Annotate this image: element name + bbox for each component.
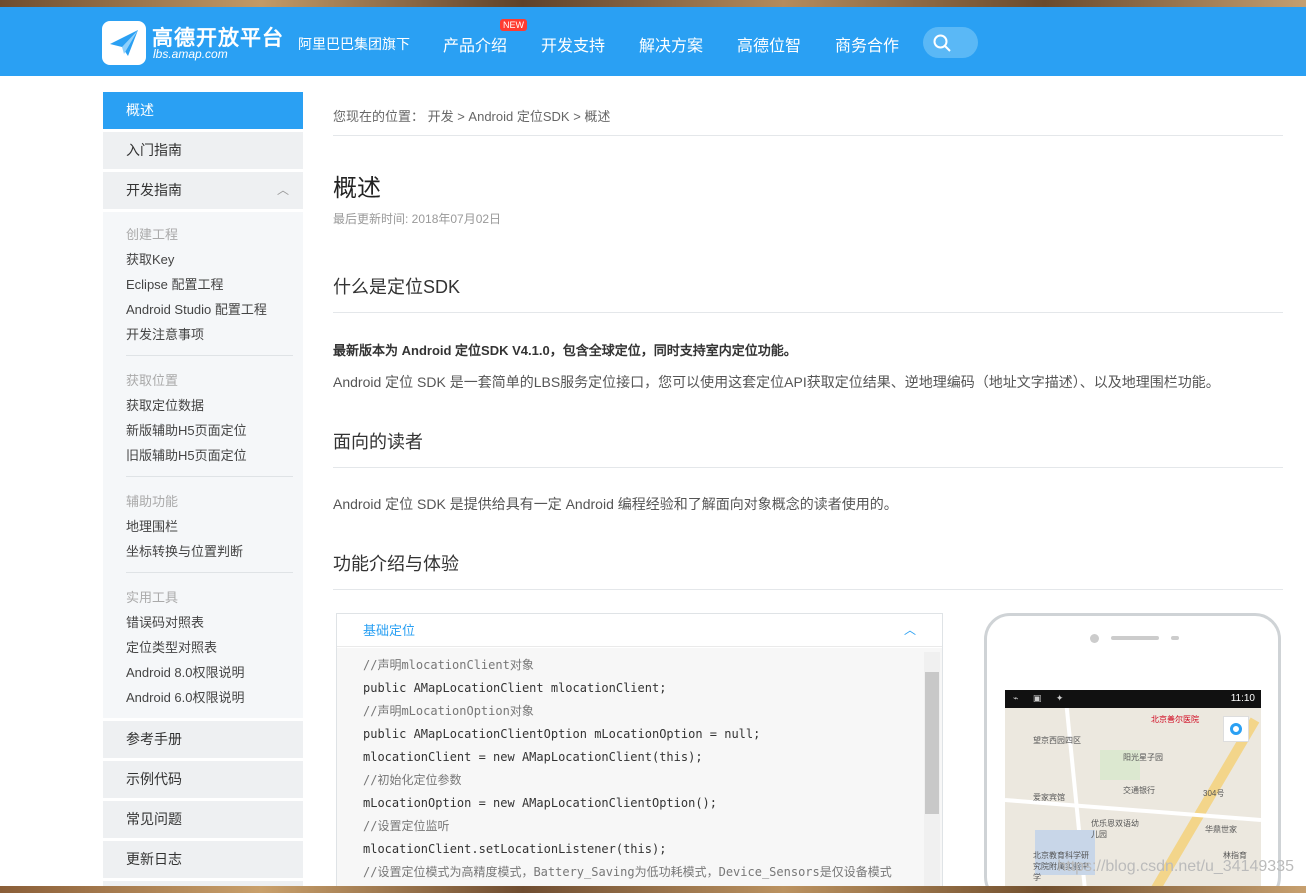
page-title: 概述 xyxy=(333,175,381,202)
group-aux-functions: 辅助功能 地理围栏 坐标转换与位置判断 xyxy=(126,485,293,573)
alibaba-group-text: 阿里巴巴集团旗下 xyxy=(298,36,410,52)
divider xyxy=(333,589,1283,590)
group-get-location: 获取位置 获取定位数据 新版辅助H5页面定位 旧版辅助H5页面定位 xyxy=(126,364,293,477)
search-icon xyxy=(933,34,951,52)
link-get-location-data[interactable]: 获取定位数据 xyxy=(126,393,293,418)
chevron-up-icon: ︿ xyxy=(276,183,289,197)
map-label: 优乐恩双语幼儿园 xyxy=(1091,819,1139,839)
link-coord-convert[interactable]: 坐标转换与位置判断 xyxy=(126,539,293,564)
link-android8-permissions[interactable]: Android 8.0权限说明 xyxy=(126,660,293,685)
code-line: public AMapLocationClientOption mLocatio… xyxy=(363,727,761,741)
phone-demo: ⌁ ▣ ✦ 11:10 北京善尔医院 望京西园四区 阳光星子园 交通银行 爱家宾… xyxy=(984,613,1281,893)
code-line: //声明mLocationOption对象 xyxy=(363,704,534,718)
group-title: 实用工具 xyxy=(126,590,179,605)
link-location-types[interactable]: 定位类型对照表 xyxy=(126,635,293,660)
group-tools: 实用工具 错误码对照表 定位类型对照表 Android 8.0权限说明 Andr… xyxy=(126,581,293,718)
code-scrollbar[interactable] xyxy=(924,652,940,888)
divider xyxy=(333,312,1283,313)
group-title: 辅助功能 xyxy=(126,494,179,509)
last-updated: 最后更新时间: 2018年07月02日 xyxy=(333,212,502,226)
group-create-project: 创建工程 获取Key Eclipse 配置工程 Android Studio 配… xyxy=(126,218,293,356)
sidebar-item-changelog[interactable]: 更新日志 xyxy=(103,841,303,878)
code-panel: 基础定位 ︿ //声明mlocationClient对象 public AMap… xyxy=(336,613,943,893)
link-dev-notes[interactable]: 开发注意事项 xyxy=(126,322,293,347)
link-eclipse-config[interactable]: Eclipse 配置工程 xyxy=(126,272,293,297)
divider xyxy=(333,467,1283,468)
code-line: mlocationClient.setLocationListener(this… xyxy=(363,842,667,856)
map-label: 华鼎世家 xyxy=(1205,825,1237,834)
section-features: 功能介绍与体验 xyxy=(333,554,459,574)
code-line: //设置定位模式为高精度模式，Battery_Saving为低功耗模式，Devi… xyxy=(363,865,892,879)
tab-basic-location[interactable]: 基础定位 ︿ xyxy=(337,614,942,647)
code-line: public AMapLocationClient mlocationClien… xyxy=(363,681,667,695)
code-line: //声明mlocationClient对象 xyxy=(363,658,534,672)
sidebar-item-faq[interactable]: 常见问题 xyxy=(103,801,303,838)
link-new-h5-location[interactable]: 新版辅助H5页面定位 xyxy=(126,418,293,443)
code-block: //声明mlocationClient对象 public AMapLocatio… xyxy=(337,648,942,893)
nav-dev-support[interactable]: 开发支持 xyxy=(541,32,605,56)
scrollbar-thumb[interactable] xyxy=(925,672,939,814)
group-title: 获取位置 xyxy=(126,373,179,388)
link-android-studio-config[interactable]: Android Studio 配置工程 xyxy=(126,297,293,322)
map-label: 阳光星子园 xyxy=(1123,753,1163,762)
phone-speaker xyxy=(1111,636,1159,640)
audience-description: Android 定位 SDK 是提供给具有一定 Android 编程经验和了解面… xyxy=(333,496,898,512)
code-line: //初始化定位参数 xyxy=(363,773,462,787)
phone-status-bar: ⌁ ▣ ✦ 11:10 xyxy=(1005,690,1261,708)
link-android6-permissions[interactable]: Android 6.0权限说明 xyxy=(126,685,293,710)
map-label: 爱家宾馆 xyxy=(1033,793,1065,802)
sidebar-item-getting-started[interactable]: 入门指南 xyxy=(103,132,303,169)
link-error-codes[interactable]: 错误码对照表 xyxy=(126,610,293,635)
section-what-is-sdk: 什么是定位SDK xyxy=(333,277,461,297)
phone-camera xyxy=(1090,634,1099,643)
nav-products[interactable]: 产品介绍 xyxy=(443,32,507,56)
divider xyxy=(333,135,1283,136)
watermark-text: https://blog.csdn.net/u_34149335 xyxy=(1057,858,1294,875)
background-strip-top xyxy=(0,0,1306,7)
background-strip-bottom xyxy=(0,886,1306,893)
map-label: 望京西园四区 xyxy=(1033,736,1081,745)
map-label: 北京善尔医院 xyxy=(1151,715,1199,724)
map-label: 304号 xyxy=(1203,789,1225,798)
sidebar: 概述 入门指南 开发指南 ︿ 创建工程 获取Key Eclipse 配置工程 A… xyxy=(103,92,303,893)
tab-label: 基础定位 xyxy=(363,623,416,638)
new-badge: NEW xyxy=(500,19,527,31)
locate-icon xyxy=(1230,723,1242,735)
phone-sensor xyxy=(1171,636,1179,640)
sidebar-item-sample-code[interactable]: 示例代码 xyxy=(103,761,303,798)
group-title: 创建工程 xyxy=(126,227,179,242)
status-icons: ⌁ ▣ ✦ xyxy=(1013,693,1070,703)
sidebar-item-label: 开发指南 xyxy=(126,182,182,198)
chevron-up-icon[interactable]: ︿ xyxy=(904,614,916,647)
sidebar-item-reference[interactable]: 参考手册 xyxy=(103,721,303,758)
code-line: mLocationOption = new AMapLocationClient… xyxy=(363,796,718,810)
status-time: 11:10 xyxy=(1230,693,1255,704)
search-button[interactable] xyxy=(923,27,978,58)
locate-button[interactable] xyxy=(1223,716,1249,742)
section-audience: 面向的读者 xyxy=(333,432,423,452)
sdk-description: Android 定位 SDK 是一套简单的LBS服务定位接口，您可以使用这套定位… xyxy=(333,374,1220,390)
nav-solutions[interactable]: 解决方案 xyxy=(639,32,703,56)
code-line: mlocationClient = new AMapLocationClient… xyxy=(363,750,703,764)
top-header: 高德开放平台 lbs.amap.com 阿里巴巴集团旗下 产品介绍 NEW 开发… xyxy=(0,7,1306,76)
brand-subtitle: lbs.amap.com xyxy=(153,47,228,61)
breadcrumb[interactable]: 您现在的位置： 开发 > Android 定位SDK > 概述 xyxy=(333,106,610,125)
nav-gaode-weizhi[interactable]: 高德位智 xyxy=(737,32,801,56)
link-get-key[interactable]: 获取Key xyxy=(126,247,293,272)
sidebar-subgroups: 创建工程 获取Key Eclipse 配置工程 Android Studio 配… xyxy=(103,212,303,718)
sidebar-item-dev-guide[interactable]: 开发指南 ︿ xyxy=(103,172,303,209)
link-geofence[interactable]: 地理围栏 xyxy=(126,514,293,539)
code-line: //设置定位监听 xyxy=(363,819,450,833)
page-content: 概述 入门指南 开发指南 ︿ 创建工程 获取Key Eclipse 配置工程 A… xyxy=(0,76,1306,893)
map-label: 交通银行 xyxy=(1123,786,1155,795)
paper-plane-icon xyxy=(110,30,138,56)
amap-logo[interactable] xyxy=(102,21,146,65)
latest-version-text: 最新版本为 Android 定位SDK V4.1.0，包含全球定位，同时支持室内… xyxy=(333,343,797,358)
link-old-h5-location[interactable]: 旧版辅助H5页面定位 xyxy=(126,443,293,468)
sidebar-item-overview[interactable]: 概述 xyxy=(103,92,303,129)
nav-business[interactable]: 商务合作 xyxy=(835,32,899,56)
